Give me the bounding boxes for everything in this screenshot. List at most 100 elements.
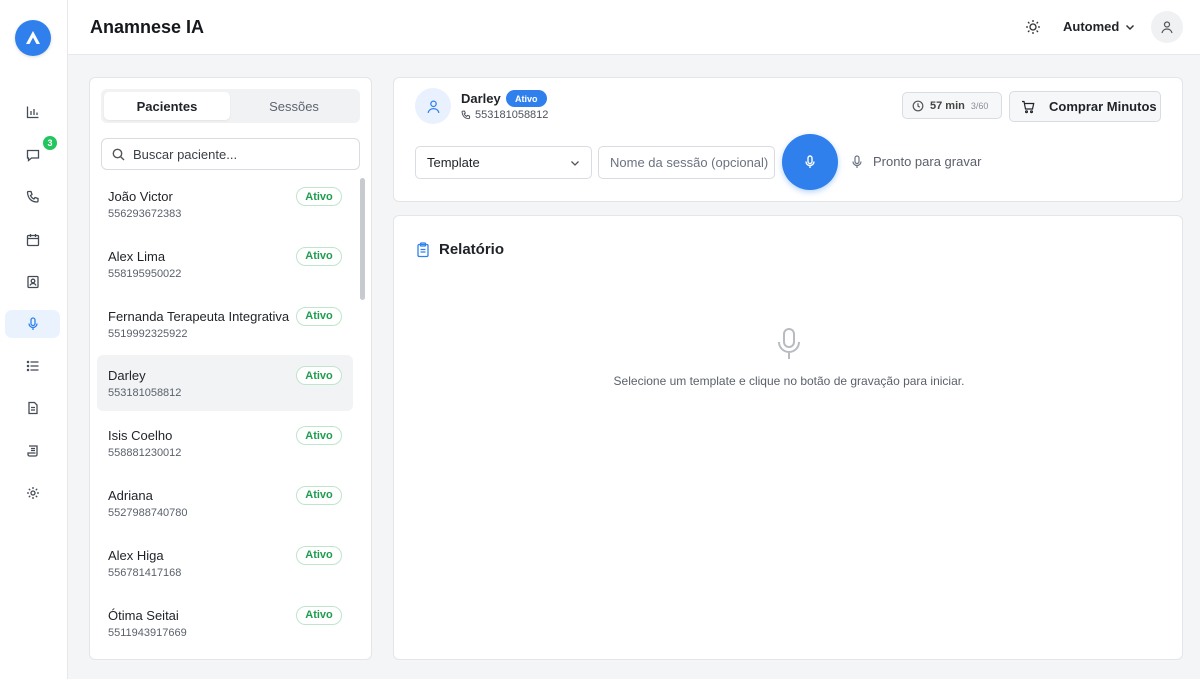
sidebar-item-contacts[interactable] (5, 268, 60, 296)
patient-name: Isis Coelho (108, 428, 173, 444)
patients-panel: Pacientes Sessões João Victor 5562936723… (89, 77, 372, 660)
patient-phone: 5527988740780 (108, 506, 188, 519)
current-patient-phone: 553181058812 (461, 109, 548, 121)
search-icon (112, 148, 125, 160)
record-button[interactable] (782, 134, 838, 190)
status-badge: Ativo (296, 426, 342, 446)
patient-name: Ótima Seitai (108, 607, 179, 623)
patient-name: Adriana (108, 487, 153, 503)
session-name-input[interactable] (598, 146, 775, 179)
bar-chart-icon (26, 106, 38, 119)
status-badge: Ativo (296, 485, 342, 505)
list-icon (26, 360, 38, 372)
patient-phone: 558195950022 (108, 267, 182, 280)
messages-badge: 3 (43, 136, 57, 150)
sidebar-item-calls[interactable] (5, 183, 60, 211)
patient-name: Alex Higa (108, 547, 164, 563)
status-badge: Ativo (296, 366, 342, 386)
patient-list: João Victor 556293672383 Ativo Alex Lima… (97, 176, 353, 654)
patient-name: Alex Lima (108, 248, 166, 264)
status-badge: Ativo (296, 545, 342, 565)
current-patient-phone-text: 553181058812 (475, 109, 549, 121)
minutes-ratio: 3/60 (970, 100, 989, 111)
phone-icon (461, 110, 471, 120)
patient-phone: 556293672383 (108, 208, 182, 220)
app-logo[interactable] (15, 20, 51, 56)
sidebar-item-messages[interactable]: 3 (5, 136, 60, 169)
tab-sessoes[interactable]: Sessões (231, 92, 357, 120)
patient-item[interactable]: João Victor 556293672383 Ativo (97, 176, 353, 232)
top-bar: Anamnese IA Automed (68, 0, 1200, 55)
patient-search (101, 138, 360, 170)
logo-icon (26, 31, 40, 44)
patient-name: Darley (108, 368, 146, 384)
microphone-icon (27, 317, 38, 330)
clock-icon (912, 100, 924, 111)
patient-item[interactable]: Isis Coelho 558881230012 Ativo (97, 415, 353, 471)
icon-sidebar: 3 (0, 0, 68, 679)
contact-card-icon (26, 275, 39, 289)
template-select[interactable]: Template (415, 146, 592, 179)
report-title: Relatório (415, 241, 504, 258)
sidebar-item-calendar[interactable] (5, 226, 60, 254)
patient-avatar (415, 88, 451, 124)
patient-item[interactable]: Adriana 5527988740780 Ativo (97, 475, 353, 531)
theme-toggle-sun-icon[interactable] (1025, 19, 1041, 35)
report-title-text: Relatório (439, 241, 505, 258)
status-badge: Ativo (296, 306, 342, 326)
user-avatar[interactable] (1151, 11, 1183, 43)
document-icon (27, 401, 38, 415)
patient-item[interactable]: Alex Lima 558195950022 Ativo (97, 236, 353, 292)
patients-tabs: Pacientes Sessões (101, 89, 360, 123)
patient-item-selected[interactable]: Darley 553181058812 Ativo (97, 355, 353, 412)
chat-bubble-icon (26, 149, 39, 162)
template-select-value: Template (427, 155, 480, 170)
buy-minutes-button[interactable]: Comprar Minutos (1009, 91, 1161, 122)
chevron-down-icon[interactable] (1124, 21, 1136, 33)
buy-minutes-label: Comprar Minutos (1049, 99, 1157, 114)
patient-item[interactable]: Ótima Seitai 5511943917669 Ativo (97, 595, 353, 651)
record-status-text: Pronto para gravar (873, 154, 982, 169)
sidebar-item-scripts[interactable] (5, 437, 60, 465)
microphone-icon (778, 328, 800, 359)
user-icon (427, 100, 439, 113)
phone-icon (26, 190, 39, 203)
record-status: Pronto para gravar (850, 154, 981, 169)
sidebar-item-lists[interactable] (5, 352, 60, 380)
gear-icon (26, 487, 39, 499)
chevron-down-icon (571, 161, 579, 166)
microphone-icon (805, 155, 815, 168)
tab-pacientes[interactable]: Pacientes (104, 92, 230, 120)
clipboard-icon (417, 241, 429, 257)
patient-item[interactable]: Fernanda Terapeuta Integrativa 551999232… (97, 296, 353, 352)
patient-name: João Victor (108, 189, 173, 204)
patient-phone: 556781417168 (108, 566, 182, 579)
patient-name: Fernanda Terapeuta Integrativa (108, 308, 290, 324)
patient-phone: 5519992325922 (108, 327, 188, 340)
sidebar-item-anamnese[interactable] (5, 310, 60, 338)
sidebar-item-reports[interactable] (5, 98, 60, 126)
status-badge: Ativo (296, 187, 342, 206)
sidebar-item-documents[interactable] (5, 394, 60, 422)
patient-phone: 5511943917669 (108, 626, 187, 639)
patient-phone: 553181058812 (108, 387, 182, 400)
status-badge: Ativo (296, 246, 342, 266)
patient-item[interactable]: Alex Higa 556781417168 Ativo (97, 535, 353, 591)
user-icon (1161, 21, 1173, 34)
current-patient-name: Darley (461, 91, 501, 106)
scroll-icon (26, 445, 38, 457)
patient-phone: 558881230012 (108, 447, 182, 460)
sidebar-item-settings[interactable] (5, 479, 60, 507)
minutes-balance: 57 min 3/60 (902, 92, 1002, 119)
session-header-card: Darley Ativo 553181058812 57 min 3/60 Co… (393, 77, 1183, 202)
current-patient-status-badge: Ativo (506, 90, 547, 107)
patient-list-scrollbar[interactable] (360, 178, 365, 300)
minutes-value: 57 min (930, 99, 965, 112)
org-switcher-label[interactable]: Automed (1063, 19, 1119, 34)
cart-icon (1022, 100, 1035, 113)
report-empty-message: Selecione um template e clique no botão … (613, 374, 965, 388)
status-badge: Ativo (296, 605, 342, 625)
search-input[interactable] (133, 146, 353, 162)
microphone-icon (852, 154, 862, 168)
report-card: Relatório Selecione um template e clique… (393, 215, 1183, 660)
